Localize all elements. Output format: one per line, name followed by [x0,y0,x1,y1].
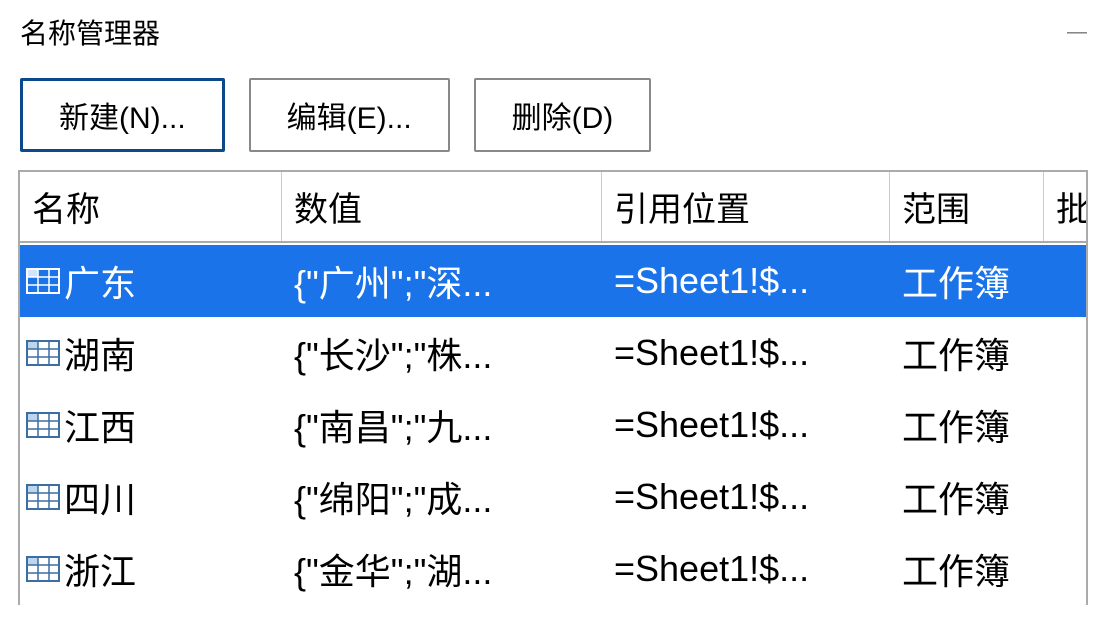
ref-cell: =Sheet1!$... [602,472,890,522]
toolbar: 新建(N)... 编辑(E)... 删除(D) [0,64,1106,170]
name-text: 广东 [64,255,136,307]
column-header-value[interactable]: 数值 [282,172,602,241]
table-row[interactable]: 江西 {"南昌";"九... =Sheet1!$... 工作簿 [20,389,1086,461]
table-header: 名称 数值 引用位置 范围 批 [20,172,1086,243]
name-text: 四川 [64,471,136,523]
table-row[interactable]: 四川 {"绵阳";"成... =Sheet1!$... 工作簿 [20,461,1086,533]
range-icon [22,484,60,510]
column-header-comment[interactable]: 批 [1044,172,1086,241]
minimize-icon[interactable]: — [1067,21,1086,44]
ref-cell: =Sheet1!$... [602,256,890,306]
comment-cell [1044,349,1086,357]
names-table: 名称 数值 引用位置 范围 批 广东 {"广州";"深... =Sheet1!$… [18,170,1088,605]
edit-button[interactable]: 编辑(E)... [249,78,450,152]
value-cell: {"长沙";"株... [282,323,602,383]
name-cell: 四川 [20,467,282,527]
value-cell: {"广州";"深... [282,251,602,311]
name-cell: 湖南 [20,323,282,383]
comment-cell [1044,277,1086,285]
name-cell: 浙江 [20,539,282,599]
scope-cell: 工作簿 [890,395,1044,455]
column-header-name[interactable]: 名称 [20,172,282,241]
table-row[interactable]: 浙江 {"金华";"湖... =Sheet1!$... 工作簿 [20,533,1086,605]
value-cell: {"金华";"湖... [282,539,602,599]
scope-cell: 工作簿 [890,323,1044,383]
range-icon [22,556,60,582]
scope-cell: 工作簿 [890,539,1044,599]
table-row[interactable]: 广东 {"广州";"深... =Sheet1!$... 工作簿 [20,245,1086,317]
table-row[interactable]: 湖南 {"长沙";"株... =Sheet1!$... 工作簿 [20,317,1086,389]
window-title: 名称管理器 [20,12,160,52]
new-button[interactable]: 新建(N)... [20,78,225,152]
range-icon [22,340,60,366]
value-cell: {"南昌";"九... [282,395,602,455]
range-icon [22,412,60,438]
ref-cell: =Sheet1!$... [602,400,890,450]
delete-button[interactable]: 删除(D) [474,78,652,152]
ref-cell: =Sheet1!$... [602,328,890,378]
name-cell: 江西 [20,395,282,455]
scope-cell: 工作簿 [890,467,1044,527]
name-text: 浙江 [64,543,136,595]
name-text: 湖南 [64,327,136,379]
range-icon [22,268,60,294]
scope-cell: 工作簿 [890,251,1044,311]
name-text: 江西 [64,399,136,451]
column-header-scope[interactable]: 范围 [890,172,1044,241]
column-header-ref[interactable]: 引用位置 [602,172,890,241]
comment-cell [1044,493,1086,501]
value-cell: {"绵阳";"成... [282,467,602,527]
ref-cell: =Sheet1!$... [602,544,890,594]
comment-cell [1044,421,1086,429]
name-cell: 广东 [20,251,282,311]
titlebar: 名称管理器 — [0,0,1106,64]
comment-cell [1044,565,1086,573]
